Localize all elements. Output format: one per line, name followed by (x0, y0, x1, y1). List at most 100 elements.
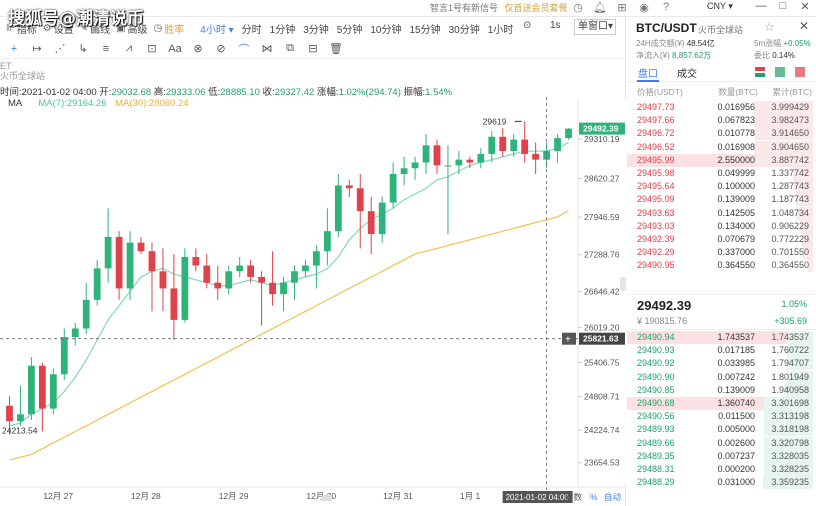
high-value: 29333.06 (165, 87, 206, 98)
axis-control-0[interactable]: 对数 (565, 492, 583, 502)
candle-body (137, 242, 145, 252)
ma30-value: MA(30):28060.24 (115, 98, 189, 109)
top-notice[interactable]: 智言1号有新信号 仅首送会员套餐 (430, 1, 568, 14)
amount-cell: 1.743537 (717, 332, 755, 342)
amount-cell: 0.033985 (717, 358, 755, 369)
asks-row[interactable]: 29492.39 0.070679 0.772229 (627, 233, 813, 246)
asks-row[interactable]: 29495.64 0.100000 1.287743 (627, 180, 813, 194)
amount-cell: 0.010778 (717, 128, 755, 139)
price-cell: 29489.93 (637, 424, 675, 435)
close-window-button[interactable]: ✕ (798, 0, 812, 16)
amount-cell: 0.100000 (717, 181, 755, 192)
collapse-handle[interactable] (620, 277, 626, 291)
view-both-icon[interactable] (755, 67, 765, 77)
ma-label[interactable]: MA (8, 98, 22, 109)
view-asks-icon[interactable] (795, 67, 805, 77)
amount-cell: 0.016956 (717, 102, 755, 112)
col-amount: 数量(BTC) (718, 87, 758, 97)
gift-icon[interactable]: ⊞ (616, 0, 628, 14)
bids-row[interactable]: 29490.94 1.743537 1.743537 (627, 331, 813, 344)
clock-icon[interactable]: ◷ (572, 0, 584, 14)
bids-row[interactable]: 29490.92 0.033985 1.794707 (627, 357, 813, 371)
bids-row[interactable]: 29489.93 0.005000 3.318198 (627, 423, 813, 437)
bell-icon[interactable]: 🔔︎ (593, 0, 607, 14)
ratio-stat: 委比 0.14% (754, 50, 795, 61)
asks-row[interactable]: 29497.73 0.016956 3.999429 (627, 101, 813, 114)
total-cell: 1.287743 (771, 181, 809, 192)
asks-row[interactable]: 29496.72 0.010778 3.914650 (627, 127, 813, 141)
asks-row[interactable]: 29497.66 0.067823 3.982473 (627, 114, 813, 128)
help-icon[interactable]: ? (660, 0, 672, 14)
tab-trades[interactable]: 成交 (677, 65, 697, 80)
price-cell: 29490.85 (637, 384, 675, 395)
signal-notice[interactable]: 智言1号有新信号 (430, 3, 498, 13)
col-price: 价格(USDT) (637, 87, 683, 97)
total-cell: 1.801949 (771, 371, 809, 382)
bids-row[interactable]: 29490.85 0.139009 1.940958 (627, 383, 813, 397)
candle-body (192, 256, 200, 266)
price-cell: 29496.52 (637, 141, 675, 152)
bids-row[interactable]: 29490.68 1.360740 3.301698 (627, 397, 813, 410)
price-cell: 29497.73 (637, 102, 675, 112)
candle-body (565, 128, 572, 139)
price-cell: 29495.99 (637, 154, 675, 165)
candle-body (323, 231, 331, 252)
price-cell: 29490.68 (637, 398, 675, 408)
candle-body (17, 414, 24, 422)
view-bids-icon[interactable] (775, 67, 785, 77)
candle-body (411, 162, 419, 169)
change-value: 1.02%(294.74) (338, 87, 401, 98)
price-cell: 29488.31 (637, 464, 675, 474)
bids-row[interactable]: 29490.93 0.017185 1.760722 (627, 344, 813, 358)
change5m-value: +0.05% (783, 39, 811, 48)
vip-promo[interactable]: 仅首送会员套餐 (505, 3, 568, 13)
total-cell: 3.999429 (771, 102, 809, 112)
ma7-value: MA(7):29164.26 (38, 98, 107, 109)
bids-row[interactable]: 29490.56 0.011500 3.313198 (627, 410, 813, 424)
candle-body (6, 405, 13, 422)
price-cell: 29495.64 (637, 181, 675, 192)
asks-row[interactable]: 29495.98 0.049999 1.337742 (627, 167, 813, 180)
tab-orderbook[interactable]: 盘口 (638, 65, 658, 80)
low-marker: 24213.54 (2, 426, 38, 436)
asks-row[interactable]: 29495.09 0.139009 1.187743 (627, 193, 813, 207)
maximize-button[interactable]: □ (776, 0, 790, 16)
asks-row[interactable]: 29493.03 0.134000 0.906229 (627, 219, 813, 233)
asks-row[interactable]: 29496.52 0.016908 3.904650 (627, 140, 813, 154)
exchange-name: 火币全球站 (698, 25, 744, 35)
asks-row[interactable]: 29492.29 0.337000 0.701550 (627, 246, 813, 260)
bids-row[interactable]: 29488.31 0.000200 3.328235 (627, 463, 813, 476)
favorite-star-icon[interactable]: ☆ (764, 20, 775, 34)
bids-row[interactable]: 29488.29 0.031000 3.359235 (627, 476, 813, 490)
watermark: 搜狐号@潮清说币 (8, 9, 144, 29)
last-price-cny: ¥ 190815.76 (637, 316, 688, 326)
user-icon[interactable]: ◉ (638, 0, 650, 14)
bids-row[interactable]: 29489.35 0.007237 3.328035 (627, 449, 813, 463)
asks-row[interactable]: 29493.63 0.142505 1.048734 (627, 206, 813, 220)
minimize-button[interactable]: — (754, 0, 768, 16)
bids-row[interactable]: 29490.90 0.007242 1.801949 (627, 370, 813, 384)
total-cell: 3.887742 (771, 154, 809, 165)
price-cell: 29493.63 (637, 207, 675, 218)
candle-body (214, 282, 222, 289)
candle-body (225, 271, 233, 289)
amount-cell: 0.002600 (717, 437, 755, 448)
y-tick-label: 28620.27 (584, 174, 620, 184)
bids-row[interactable]: 29489.66 0.002600 3.320798 (627, 436, 813, 450)
ma-legend: MA MA(7):29164.26 MA(30):28060.24 (8, 98, 189, 109)
axis-control-1[interactable]: % (590, 492, 598, 502)
asks-row[interactable]: 29495.99 2.550000 3.887742 (627, 153, 813, 167)
axis-control-2[interactable]: 自动 (604, 492, 622, 502)
asks-row[interactable]: 29490.95 0.364550 0.364550 (627, 259, 813, 273)
candle-body (291, 271, 298, 283)
y-tick-label: 27946.59 (584, 212, 620, 222)
close-panel-button[interactable]: ✕ (799, 19, 809, 33)
tab-underline (637, 80, 659, 82)
candle-body (280, 282, 287, 295)
ma30-line (9, 210, 569, 461)
candle-body (49, 374, 57, 409)
last-price-change-pct: 1.05% (781, 299, 807, 309)
currency-select[interactable]: CNY ▾ (707, 1, 733, 12)
ratio-label: 委比 (754, 51, 770, 60)
low-value: 28885.10 (220, 87, 260, 98)
